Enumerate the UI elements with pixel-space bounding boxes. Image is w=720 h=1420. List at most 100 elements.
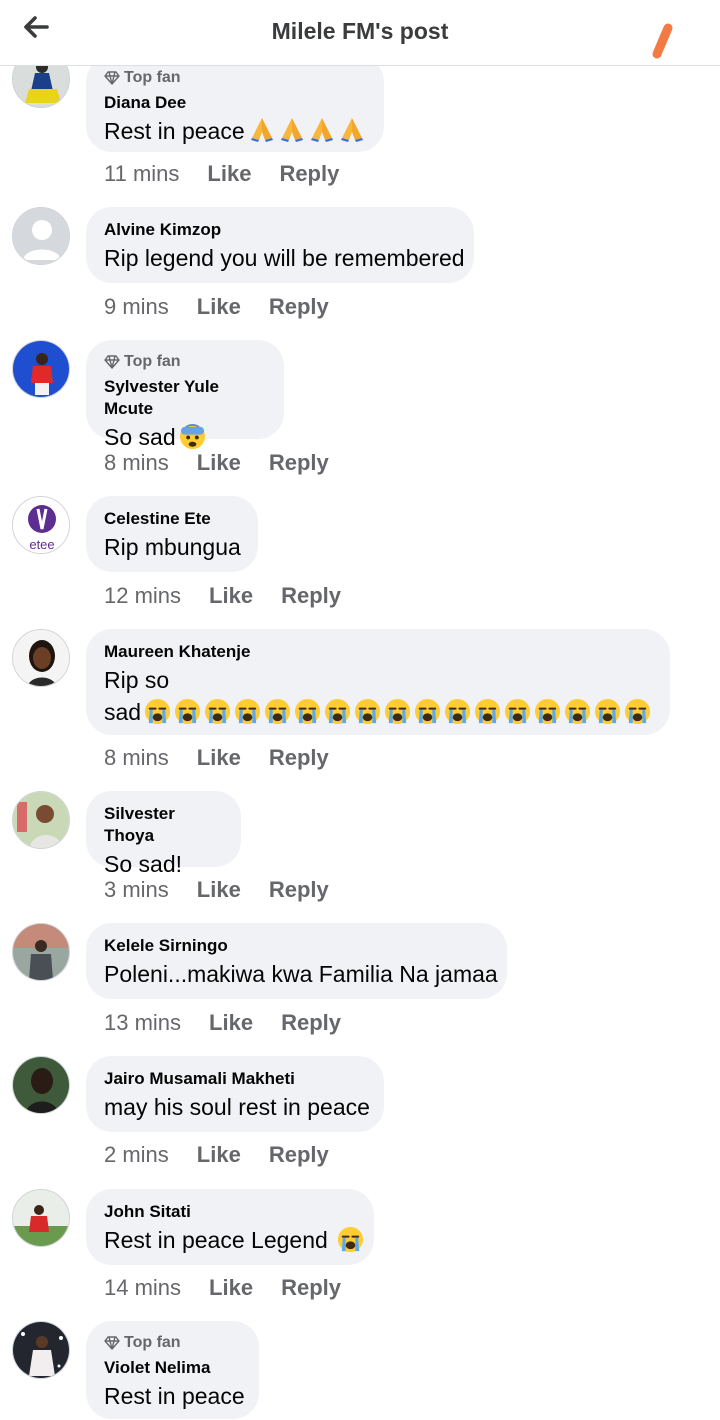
comment-bubble[interactable]: Alvine Kimzop Rip legend you will be rem…: [86, 207, 474, 283]
like-button[interactable]: Like: [209, 1010, 253, 1036]
comment-time[interactable]: 3 mins: [104, 877, 169, 903]
comment-text: Rip legend you will be remembered: [104, 245, 465, 271]
comment-text: Poleni...makiwa kwa Familia Na jamaa: [104, 961, 498, 987]
comment-author[interactable]: Silvester Thoya: [104, 803, 223, 847]
comment-author[interactable]: Violet Nelima: [104, 1357, 241, 1379]
avatar[interactable]: [12, 1321, 70, 1379]
comment-time[interactable]: 2 mins: [104, 1142, 169, 1168]
avatar[interactable]: [12, 629, 70, 687]
like-button[interactable]: Like: [197, 294, 241, 320]
crying-face-icon: [355, 698, 381, 725]
top-fan-badge: Top fan: [104, 68, 366, 88]
comment-bubble[interactable]: Top fan Sylvester Yule Mcute So sad: [86, 340, 284, 450]
comment-author[interactable]: Jairo Musamali Makheti: [104, 1068, 366, 1090]
crying-face-icon: [505, 698, 531, 725]
diamond-icon: [104, 71, 120, 85]
comment-author[interactable]: Celestine Ete: [104, 508, 240, 530]
avatar[interactable]: [12, 791, 70, 849]
comment-time[interactable]: 11 mins: [104, 161, 179, 187]
crying-face-icon: [295, 698, 321, 725]
comment-actions: 14 mins Like Reply: [104, 1275, 341, 1301]
comment-bubble[interactable]: Silvester Thoya So sad!: [86, 791, 241, 877]
comment-text: Rip so: [104, 667, 170, 693]
like-button[interactable]: Like: [207, 161, 251, 187]
comment-bubble[interactable]: Top fan Diana Dee Rest in peace: [86, 56, 384, 152]
comment-time[interactable]: 8 mins: [104, 450, 169, 476]
comment-bubble[interactable]: Celestine Ete Rip mbungua: [86, 496, 258, 572]
diamond-icon: [104, 355, 120, 369]
top-fan-badge: Top fan: [104, 352, 266, 372]
crying-face-icon: [595, 698, 621, 725]
comment-time[interactable]: 14 mins: [104, 1275, 181, 1301]
reply-button[interactable]: Reply: [279, 161, 339, 187]
crying-face-icon: [535, 698, 561, 725]
like-button[interactable]: Like: [197, 1142, 241, 1168]
page-title: Milele FM's post: [271, 18, 449, 44]
comment-actions: 9 mins Like Reply: [104, 294, 329, 320]
like-button[interactable]: Like: [197, 877, 241, 903]
comment-time[interactable]: 9 mins: [104, 294, 169, 320]
comment-text: So sad: [104, 422, 266, 452]
avatar[interactable]: [12, 340, 70, 398]
crying-face-icon: [338, 1226, 364, 1253]
avatar[interactable]: [12, 923, 70, 981]
like-button[interactable]: Like: [209, 1275, 253, 1301]
anxious-face-icon: [179, 423, 205, 450]
comment-bubble[interactable]: Top fan Violet Nelima Rest in peace: [86, 1321, 259, 1419]
reply-button[interactable]: Reply: [269, 877, 329, 903]
crying-face-icon: [565, 698, 591, 725]
crying-face-icon: [145, 698, 171, 725]
comment-text: Rest in peace: [104, 1383, 245, 1409]
comment-time[interactable]: 13 mins: [104, 1010, 181, 1036]
reply-button[interactable]: Reply: [281, 583, 341, 609]
avatar[interactable]: [12, 1056, 70, 1114]
comment-actions: 8 mins Like Reply: [104, 450, 329, 476]
crying-face-icon: [415, 698, 441, 725]
comment-time[interactable]: 12 mins: [104, 583, 181, 609]
reply-button[interactable]: Reply: [281, 1010, 341, 1036]
comment-author[interactable]: Kelele Sirningo: [104, 935, 489, 957]
crying-face-icon: [625, 698, 651, 725]
comment-text: So sad!: [104, 851, 182, 877]
crying-face-icon: [265, 698, 291, 725]
avatar-logo-text: etee: [29, 537, 54, 552]
comment-text: may his soul rest in peace: [104, 1094, 370, 1120]
reply-button[interactable]: Reply: [269, 450, 329, 476]
reply-button[interactable]: Reply: [269, 745, 329, 771]
reply-button[interactable]: Reply: [269, 1142, 329, 1168]
comment-text: Rest in peace: [104, 116, 366, 146]
brush-stroke-icon[interactable]: [648, 22, 678, 62]
comment-author[interactable]: Alvine Kimzop: [104, 219, 456, 241]
top-fan-badge: Top fan: [104, 1333, 241, 1353]
avatar[interactable]: [12, 207, 70, 265]
like-button[interactable]: Like: [209, 583, 253, 609]
crying-face-icon: [385, 698, 411, 725]
avatar[interactable]: [12, 1189, 70, 1247]
comment-bubble[interactable]: Maureen Khatenje Rip so sad: [86, 629, 670, 735]
comment-actions: 12 mins Like Reply: [104, 583, 341, 609]
reply-button[interactable]: Reply: [269, 294, 329, 320]
comment-time[interactable]: 8 mins: [104, 745, 169, 771]
comment-actions: 11 mins Like Reply: [104, 161, 339, 187]
crying-face-icon: [475, 698, 501, 725]
comment-bubble[interactable]: John Sitati Rest in peace Legend: [86, 1189, 374, 1265]
avatar[interactable]: etee: [12, 496, 70, 554]
crying-face-icon: [205, 698, 231, 725]
praying-hands-icon: [245, 118, 365, 144]
comment-author[interactable]: Diana Dee: [104, 92, 366, 114]
reply-button[interactable]: Reply: [281, 1275, 341, 1301]
comment-author[interactable]: Maureen Khatenje: [104, 641, 652, 663]
like-button[interactable]: Like: [197, 745, 241, 771]
crying-face-icon: [325, 698, 351, 725]
crying-face-icon: [175, 698, 201, 725]
comment-bubble[interactable]: Kelele Sirningo Poleni...makiwa kwa Fami…: [86, 923, 507, 999]
comment-author[interactable]: Sylvester Yule Mcute: [104, 376, 266, 420]
comment-text: Rest in peace Legend: [104, 1225, 364, 1255]
comment-text: Rip mbungua: [104, 534, 241, 560]
like-button[interactable]: Like: [197, 450, 241, 476]
comment-author[interactable]: John Sitati: [104, 1201, 356, 1223]
default-avatar-icon: [13, 208, 69, 264]
crying-face-icon: [235, 698, 261, 725]
comment-bubble[interactable]: Jairo Musamali Makheti may his soul rest…: [86, 1056, 384, 1132]
top-bar: Milele FM's post: [0, 0, 720, 66]
